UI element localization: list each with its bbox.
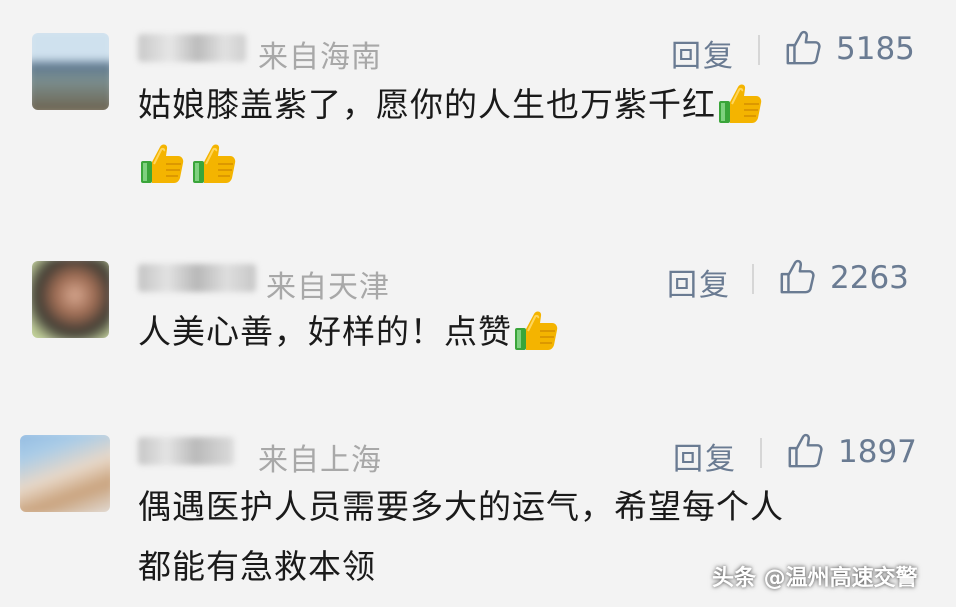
avatar[interactable] bbox=[20, 435, 110, 512]
divider bbox=[760, 438, 762, 468]
source-watermark: 头条 @温州高速交警 bbox=[712, 566, 918, 591]
comment-text-line: 偶遇医护人员需要多大的运气，希望每个人 bbox=[138, 487, 784, 526]
thumbs-up-icon[interactable] bbox=[786, 432, 824, 470]
comment-item: 来自上海 回复 1897 偶遇医护人员需要多大的运气，希望每个人 都能有急救本领 bbox=[0, 0, 956, 607]
comment-location: 来自上海 bbox=[258, 443, 382, 478]
username-redacted[interactable] bbox=[138, 437, 234, 465]
reply-button[interactable]: 回复 bbox=[673, 434, 737, 478]
comment-text-line: 都能有急救本领 bbox=[138, 547, 376, 586]
like-count: 1897 bbox=[838, 434, 917, 470]
